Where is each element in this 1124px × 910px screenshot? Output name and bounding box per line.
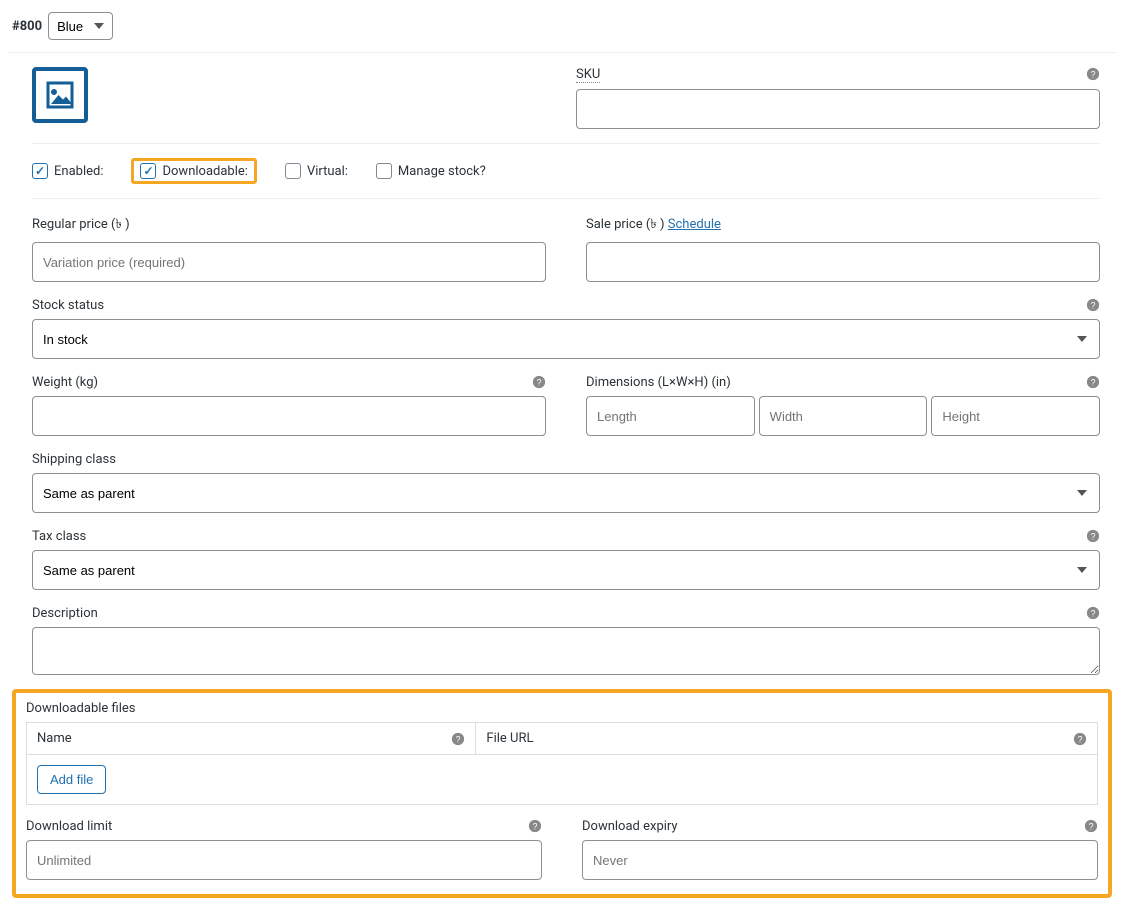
col-name: Name	[37, 731, 72, 746]
svg-text:?: ?	[1089, 822, 1094, 832]
dimensions-label: Dimensions (L×W×H) (in)	[586, 375, 1100, 390]
help-icon[interactable]: ?	[1086, 606, 1100, 620]
help-icon[interactable]: ?	[1073, 732, 1087, 746]
enabled-checkbox-item[interactable]: Enabled:	[32, 163, 103, 179]
sku-label: SKU	[576, 67, 600, 83]
attribute-select[interactable]: Blue	[48, 12, 113, 40]
tax-class-label: Tax class	[32, 529, 1100, 544]
shipping-class-select[interactable]: Same as parent	[32, 473, 1100, 513]
shipping-class-label: Shipping class	[32, 452, 1100, 467]
length-input[interactable]	[586, 396, 755, 436]
description-label: Description	[32, 606, 1100, 621]
help-icon[interactable]: ?	[1086, 375, 1100, 389]
help-icon[interactable]: ?	[532, 375, 546, 389]
regular-price-label: Regular price (৳ )	[32, 215, 546, 236]
variation-panel: SKU ? Enabled: Downloadable: Virtual: Ma…	[16, 53, 1116, 679]
downloadable-files-section: Downloadable files Name ? File URL ? Add…	[12, 689, 1112, 898]
svg-text:?: ?	[1091, 70, 1096, 80]
svg-text:?: ?	[537, 378, 542, 388]
sale-price-label: Sale price (৳ ) Schedule	[586, 215, 1100, 236]
svg-text:?: ?	[1091, 378, 1096, 388]
weight-label: Weight (kg)	[32, 375, 546, 390]
virtual-checkbox-item[interactable]: Virtual:	[285, 163, 348, 179]
stock-status-select[interactable]: In stock	[32, 319, 1100, 359]
help-icon[interactable]: ?	[451, 732, 465, 746]
image-icon	[42, 77, 78, 113]
svg-text:?: ?	[1091, 532, 1096, 542]
svg-text:?: ?	[1091, 609, 1096, 619]
variation-header: #800 Blue	[8, 8, 1116, 53]
svg-text:?: ?	[533, 822, 538, 832]
help-icon[interactable]: ?	[1086, 298, 1100, 312]
regular-price-input[interactable]	[32, 242, 546, 282]
download-expiry-label: Download expiry	[582, 819, 1098, 834]
enabled-checkbox[interactable]	[32, 163, 48, 179]
manage-stock-checkbox[interactable]	[376, 163, 392, 179]
sale-price-input[interactable]	[586, 242, 1100, 282]
svg-text:?: ?	[1078, 734, 1083, 744]
weight-input[interactable]	[32, 396, 546, 436]
help-icon[interactable]: ?	[1086, 529, 1100, 543]
description-textarea[interactable]	[32, 627, 1100, 675]
downloadable-files-label: Downloadable files	[26, 701, 1098, 716]
width-input[interactable]	[759, 396, 928, 436]
manage-stock-checkbox-item[interactable]: Manage stock?	[376, 163, 486, 179]
svg-text:?: ?	[1091, 301, 1096, 311]
variation-image-uploader[interactable]	[32, 67, 88, 123]
download-expiry-input[interactable]	[582, 840, 1098, 880]
help-icon[interactable]: ?	[528, 819, 542, 833]
download-limit-label: Download limit	[26, 819, 542, 834]
help-icon[interactable]: ?	[1086, 67, 1100, 81]
virtual-checkbox[interactable]	[285, 163, 301, 179]
svg-text:?: ?	[456, 734, 461, 744]
col-file-url: File URL	[486, 731, 533, 746]
help-icon[interactable]: ?	[1084, 819, 1098, 833]
download-limit-input[interactable]	[26, 840, 542, 880]
downloadable-highlight: Downloadable:	[131, 158, 256, 184]
sku-input[interactable]	[576, 89, 1100, 129]
downloadable-checkbox[interactable]	[140, 163, 156, 179]
stock-status-label: Stock status	[32, 298, 1100, 313]
tax-class-select[interactable]: Same as parent	[32, 550, 1100, 590]
height-input[interactable]	[931, 396, 1100, 436]
schedule-link[interactable]: Schedule	[668, 217, 721, 232]
downloadable-checkbox-item[interactable]: Downloadable:	[140, 163, 247, 179]
add-file-button[interactable]: Add file	[37, 765, 106, 794]
downloadable-files-header: Name ? File URL ?	[26, 722, 1098, 755]
variation-id: #800	[12, 19, 42, 34]
checkbox-row: Enabled: Downloadable: Virtual: Manage s…	[32, 143, 1100, 199]
